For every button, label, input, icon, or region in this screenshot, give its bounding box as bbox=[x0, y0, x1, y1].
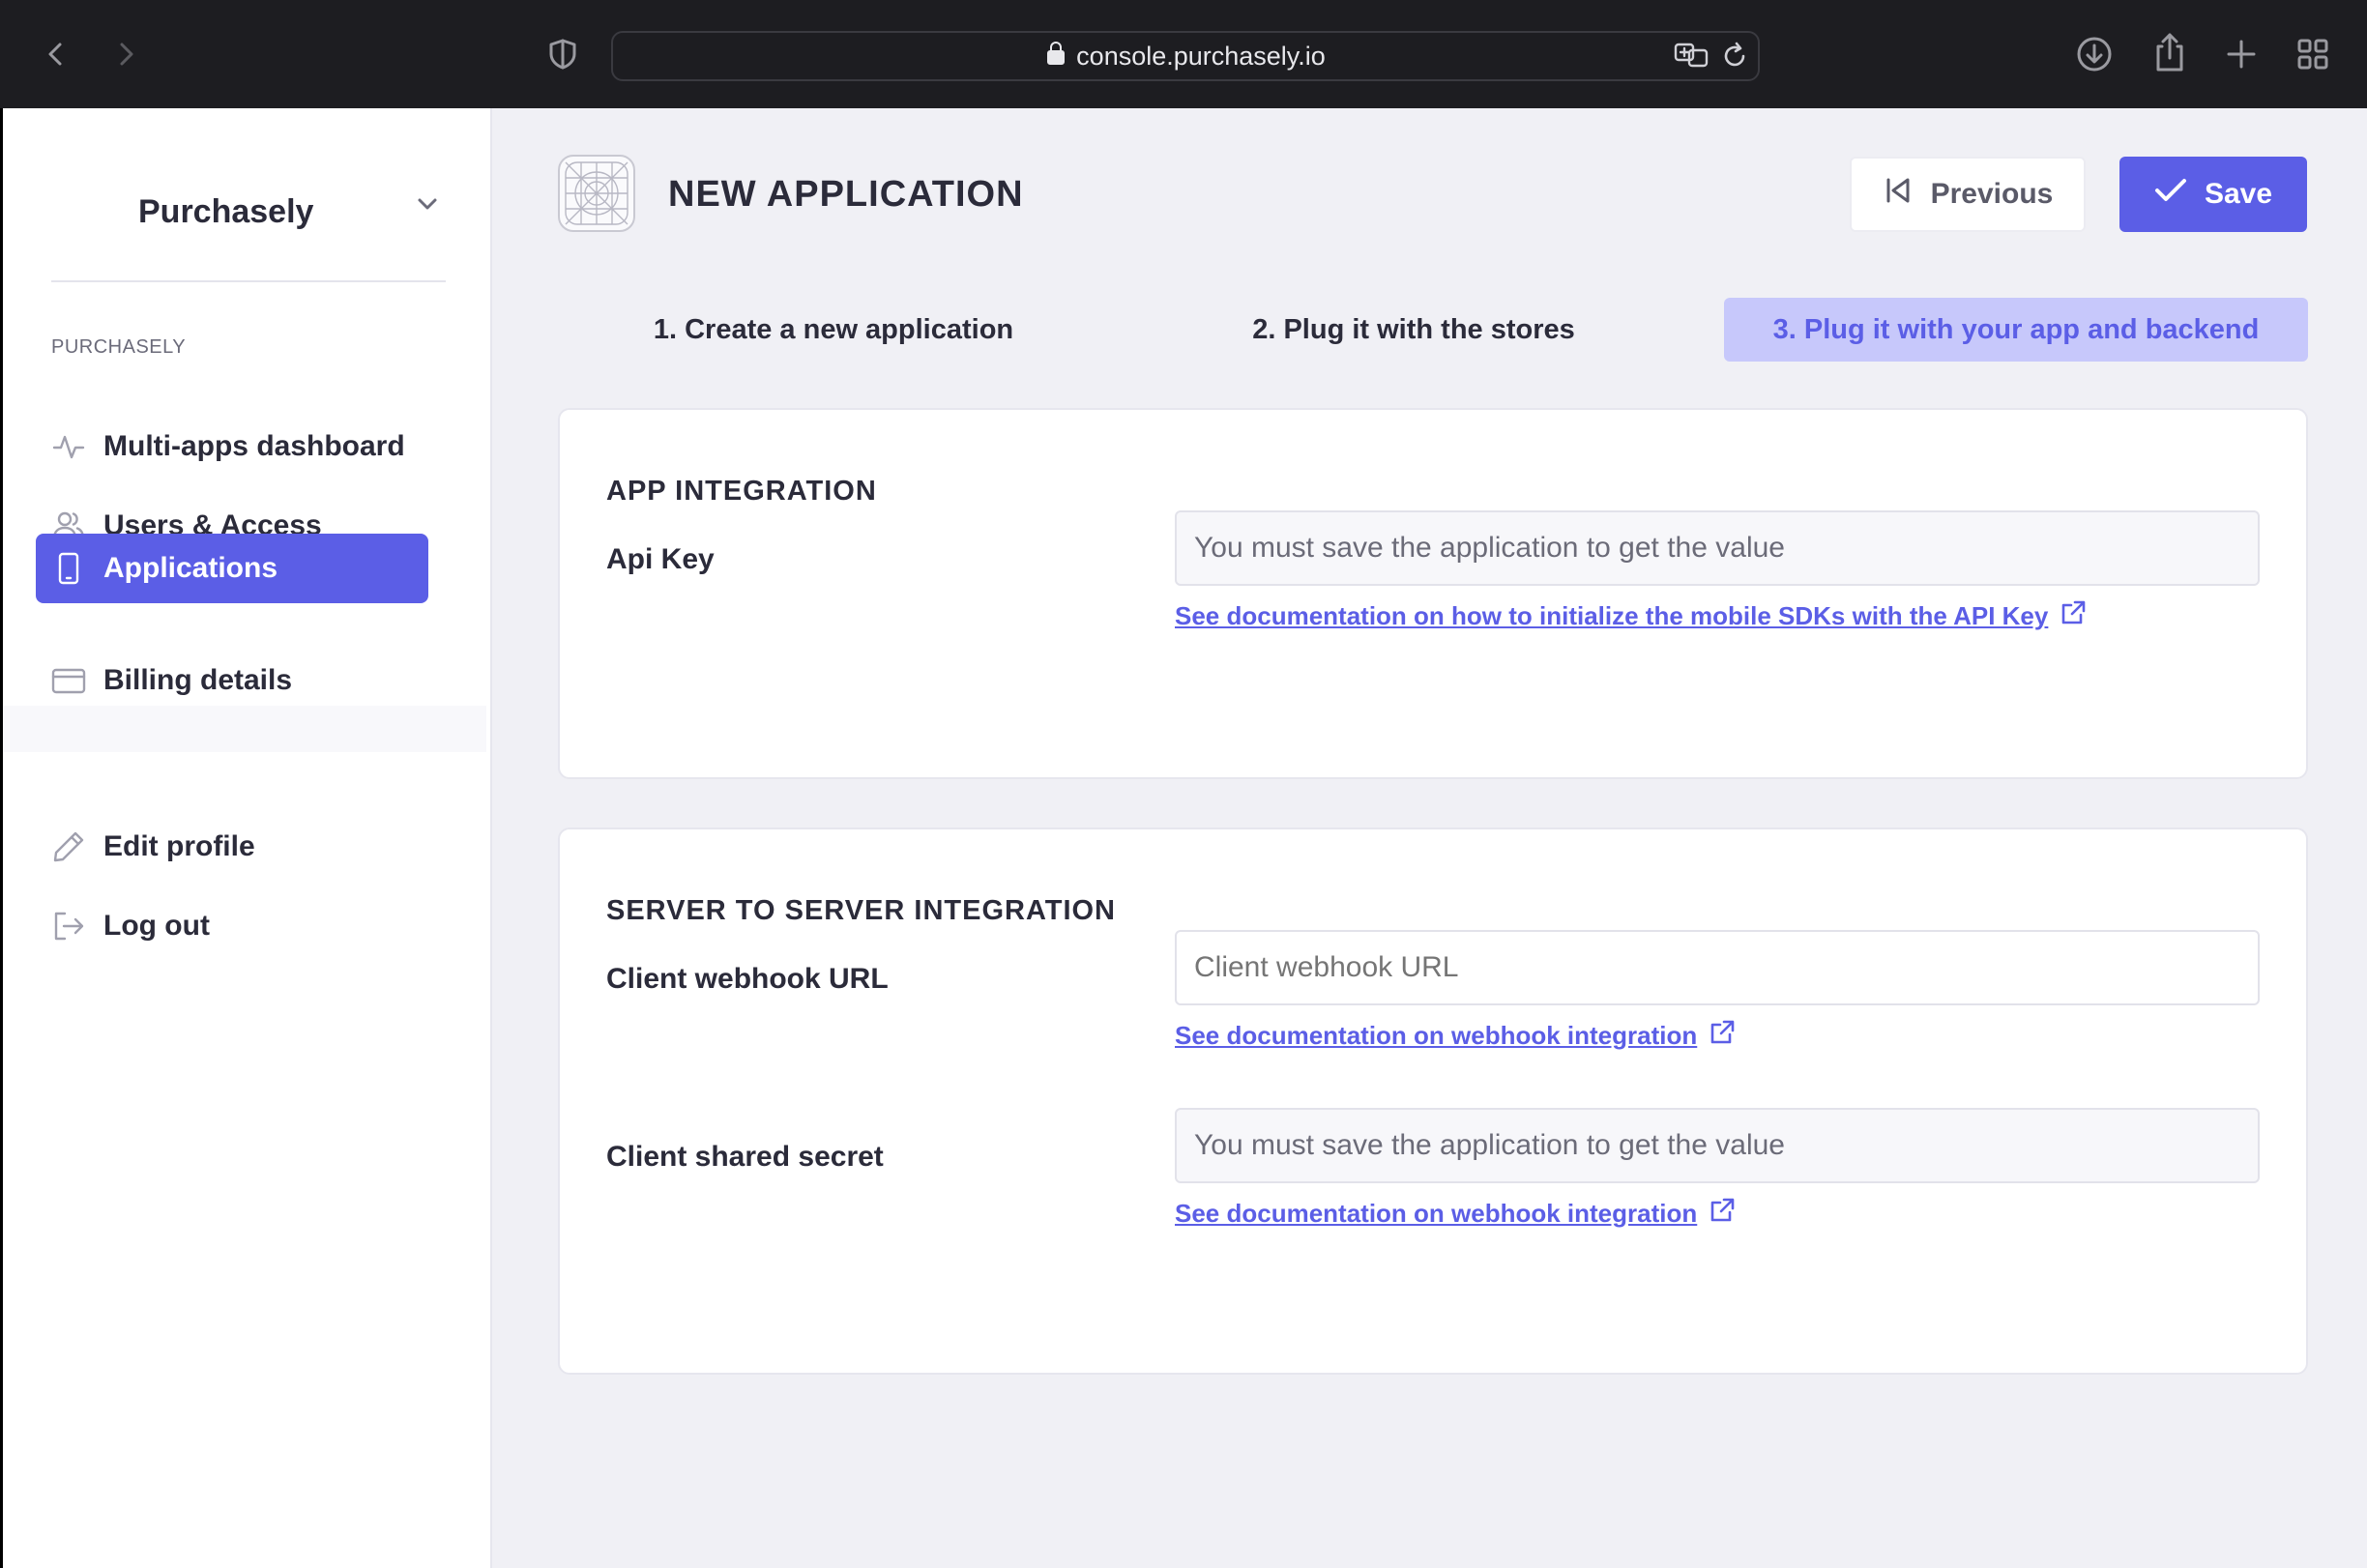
check-icon bbox=[2154, 176, 2187, 213]
new-tab-icon[interactable] bbox=[2224, 37, 2259, 72]
external-link-icon bbox=[1709, 1197, 1736, 1231]
org-name: Purchasely bbox=[138, 193, 314, 230]
step-plug-app-backend[interactable]: 3. Plug it with your app and backend bbox=[1724, 298, 2308, 362]
main-content: NEW APPLICATION Previous Save 1. Create … bbox=[492, 108, 2367, 1568]
org-switcher[interactable]: Purchasely bbox=[3, 166, 457, 263]
api-key-doc-link-text: See documentation on how to initialize t… bbox=[1175, 601, 2049, 630]
reload-icon[interactable] bbox=[1719, 41, 1750, 72]
share-icon[interactable] bbox=[2150, 31, 2189, 73]
log-out-icon bbox=[51, 909, 86, 944]
page-title: NEW APPLICATION bbox=[668, 174, 1024, 215]
sidebar-item-label: Edit profile bbox=[103, 830, 255, 862]
skip-back-icon bbox=[1883, 175, 1914, 214]
external-link-icon bbox=[1709, 1019, 1736, 1053]
shared-secret-doc-link[interactable]: See documentation on webhook integration bbox=[1175, 1197, 1736, 1231]
app-integration-title: APP INTEGRATION bbox=[606, 476, 877, 507]
sidebar-item-applications[interactable]: Applications bbox=[36, 534, 428, 603]
save-button-label: Save bbox=[2204, 178, 2273, 210]
chevron-down-icon bbox=[413, 189, 442, 223]
sidebar-item-label: Billing details bbox=[103, 664, 293, 696]
back-icon[interactable] bbox=[39, 37, 73, 72]
step-label: 2. Plug it with the stores bbox=[1252, 313, 1575, 345]
server-integration-title: SERVER TO SERVER INTEGRATION bbox=[606, 895, 1117, 926]
api-key-field[interactable]: You must save the application to get the… bbox=[1175, 510, 2260, 586]
api-key-value: You must save the application to get the… bbox=[1194, 532, 1785, 564]
tab-overview-icon[interactable] bbox=[2295, 37, 2330, 72]
server-integration-card: SERVER TO SERVER INTEGRATION Client webh… bbox=[558, 828, 2308, 1375]
shared-secret-value: You must save the application to get the… bbox=[1194, 1129, 1785, 1161]
lock-icon bbox=[1045, 41, 1067, 73]
app-integration-card: APP INTEGRATION Api Key You must save th… bbox=[558, 408, 2308, 779]
app-logo-placeholder bbox=[558, 155, 635, 232]
webhook-doc-link-text: See documentation on webhook integration bbox=[1175, 1021, 1698, 1050]
sidebar-divider bbox=[51, 280, 446, 282]
external-link-icon bbox=[2060, 599, 2087, 633]
pencil-icon bbox=[51, 829, 86, 864]
translate-icon[interactable] bbox=[1673, 39, 1711, 73]
app-window: Purchasely PURCHASELY Multi-apps dashboa… bbox=[0, 108, 2367, 1568]
sidebar-item-edit-profile[interactable]: Edit profile bbox=[36, 812, 428, 882]
sidebar-item-label: Multi-apps dashboard bbox=[103, 430, 405, 462]
previous-button[interactable]: Previous bbox=[1850, 157, 2086, 232]
step-create-application[interactable]: 1. Create a new application bbox=[556, 298, 1111, 362]
api-key-doc-link[interactable]: See documentation on how to initialize t… bbox=[1175, 599, 2087, 633]
smartphone-icon bbox=[51, 551, 86, 586]
sidebar-separator bbox=[3, 706, 486, 752]
webhook-doc-link[interactable]: See documentation on webhook integration bbox=[1175, 1019, 1736, 1053]
url-text: console.purchasely.io bbox=[1076, 41, 1326, 71]
download-icon[interactable] bbox=[2075, 35, 2114, 73]
sidebar-item-label: Log out bbox=[103, 910, 210, 942]
sidebar: Purchasely PURCHASELY Multi-apps dashboa… bbox=[3, 108, 492, 1568]
forward-icon[interactable] bbox=[108, 37, 143, 72]
step-label: 1. Create a new application bbox=[653, 313, 1014, 345]
sidebar-item-log-out[interactable]: Log out bbox=[36, 891, 428, 961]
activity-icon bbox=[51, 429, 86, 464]
shared-secret-field[interactable]: You must save the application to get the… bbox=[1175, 1108, 2260, 1183]
sidebar-item-multi-apps-dashboard[interactable]: Multi-apps dashboard bbox=[36, 412, 428, 481]
browser-toolbar: console.purchasely.io bbox=[0, 0, 2367, 108]
sidebar-section-label: PURCHASELY bbox=[51, 336, 187, 358]
api-key-label: Api Key bbox=[606, 543, 715, 575]
previous-button-label: Previous bbox=[1930, 178, 2054, 210]
shared-secret-doc-link-text: See documentation on webhook integration bbox=[1175, 1199, 1698, 1228]
webhook-url-input[interactable] bbox=[1175, 930, 2260, 1005]
sidebar-item-label: Applications bbox=[103, 552, 278, 584]
address-bar[interactable]: console.purchasely.io bbox=[611, 31, 1760, 81]
webhook-url-label: Client webhook URL bbox=[606, 963, 889, 995]
step-plug-stores[interactable]: 2. Plug it with the stores bbox=[1136, 298, 1691, 362]
credit-card-icon bbox=[51, 663, 86, 698]
shield-icon[interactable] bbox=[545, 37, 580, 72]
shared-secret-label: Client shared secret bbox=[606, 1141, 884, 1173]
save-button[interactable]: Save bbox=[2119, 157, 2307, 232]
step-label: 3. Plug it with your app and backend bbox=[1772, 313, 2260, 345]
